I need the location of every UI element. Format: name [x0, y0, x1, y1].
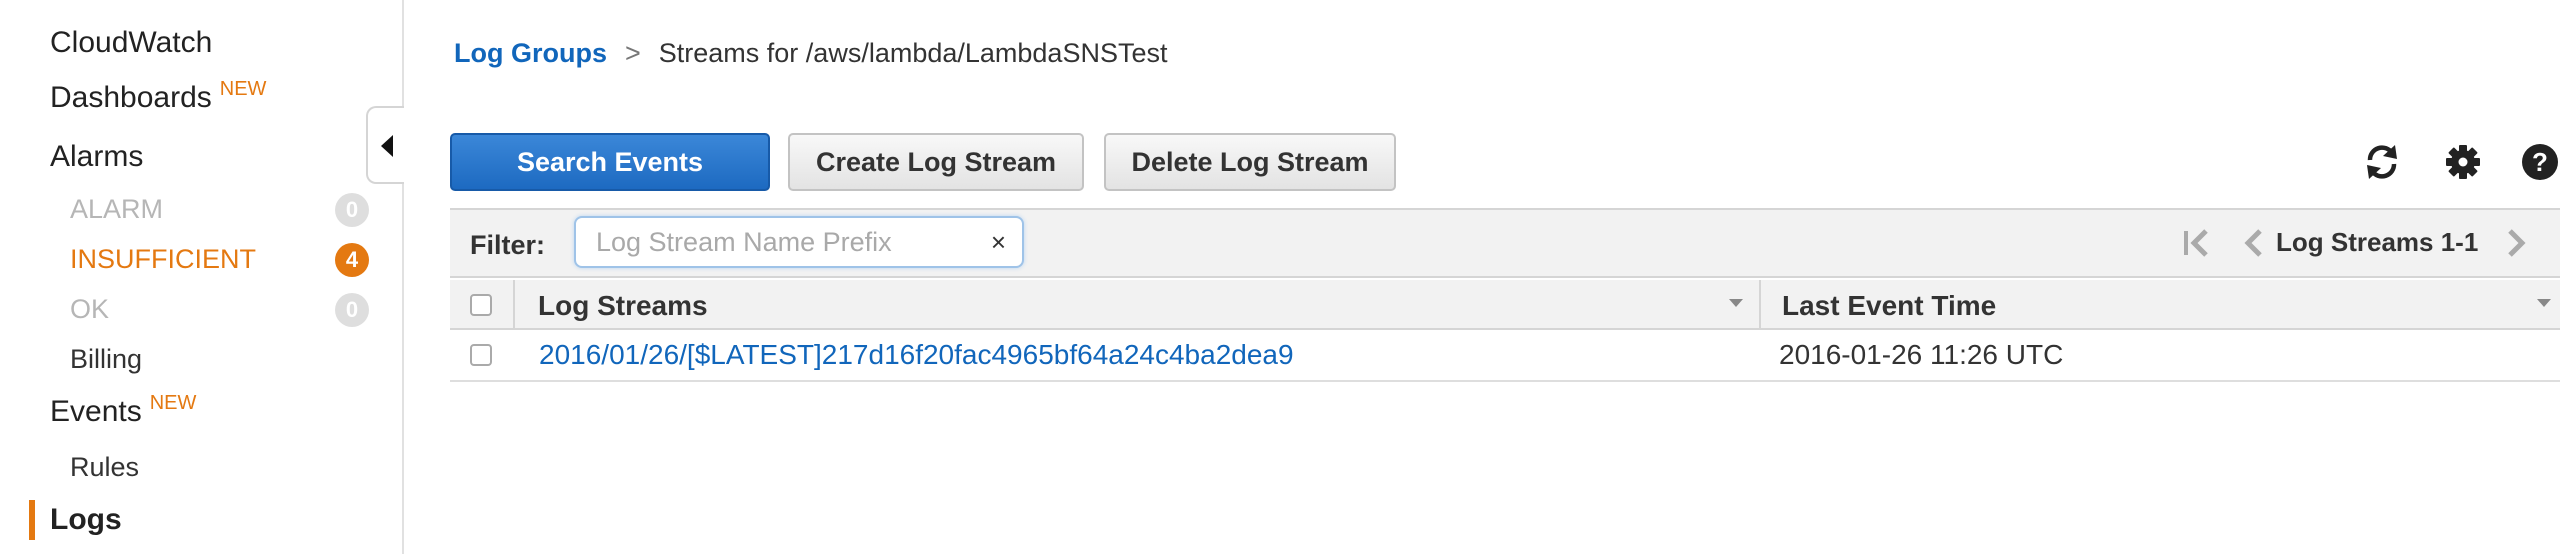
help-icon[interactable]: ?: [2520, 142, 2560, 182]
sidebar-item-dashboards[interactable]: Dashboards NEW: [50, 78, 267, 115]
table-row: 2016/01/26/[$LATEST]217d16f20fac4965bf64…: [450, 330, 2560, 382]
sidebar-item-label: Alarms: [50, 140, 144, 173]
pagination-label: Log Streams 1-1: [2276, 227, 2479, 257]
gear-icon[interactable]: [2443, 142, 2483, 182]
sidebar-item-label: Billing: [70, 344, 143, 374]
sidebar-item-label: Dashboards: [50, 81, 212, 114]
column-divider: [1759, 280, 1761, 328]
sidebar-item-alarm[interactable]: ALARM: [70, 194, 163, 225]
sidebar-item-rules[interactable]: Rules: [70, 452, 139, 483]
prev-page-icon[interactable]: [2242, 227, 2266, 259]
sidebar-item-events[interactable]: Events NEW: [50, 392, 197, 429]
sidebar-item-label: CloudWatch: [50, 26, 213, 59]
filter-label: Filter:: [470, 230, 546, 260]
sidebar-item-logs[interactable]: Logs: [50, 503, 122, 537]
sidebar-item-label: Logs: [50, 503, 122, 536]
create-log-stream-button[interactable]: Create Log Stream: [788, 133, 1084, 191]
sidebar: CloudWatch Dashboards NEW Alarms ALARM 0 …: [0, 0, 404, 554]
sort-dropdown-icon[interactable]: [2537, 299, 2551, 307]
column-divider: [513, 280, 515, 328]
sidebar-item-alarms[interactable]: Alarms: [50, 140, 143, 174]
collapse-sidebar-button[interactable]: [366, 106, 404, 184]
page-title: Streams for /aws/lambda/LambdaSNSTest: [658, 38, 1168, 68]
svg-text:?: ?: [2532, 147, 2548, 177]
row-checkbox[interactable]: [470, 344, 492, 366]
sort-dropdown-icon[interactable]: [1729, 299, 1743, 307]
sidebar-item-label: Events: [50, 395, 142, 428]
sidebar-item-label: INSUFFICIENT: [70, 244, 256, 274]
refresh-icon[interactable]: [2362, 142, 2402, 182]
breadcrumb: Log Groups > Streams for /aws/lambda/Lambd…: [454, 38, 1167, 69]
first-page-icon[interactable]: [2180, 227, 2214, 259]
select-all-checkbox[interactable]: [470, 294, 492, 316]
breadcrumb-separator: >: [624, 38, 641, 68]
next-page-icon[interactable]: [2504, 227, 2528, 259]
collapse-left-icon: [381, 135, 393, 157]
clear-filter-icon[interactable]: ×: [991, 228, 1006, 256]
column-header-log-streams[interactable]: Log Streams: [538, 290, 708, 322]
ok-count-badge: 0: [335, 293, 369, 327]
alarm-count-badge: 0: [335, 193, 369, 227]
active-item-marker: [29, 500, 35, 540]
filter-field: ×: [574, 216, 1024, 268]
delete-log-stream-button[interactable]: Delete Log Stream: [1104, 133, 1396, 191]
new-badge: NEW: [219, 78, 267, 100]
table-header: Log Streams Last Event Time: [450, 280, 2560, 330]
log-stream-link[interactable]: 2016/01/26/[$LATEST]217d16f20fac4965bf64…: [539, 339, 1294, 371]
log-stream-prefix-input[interactable]: [596, 226, 976, 258]
sidebar-item-billing[interactable]: Billing: [70, 344, 142, 375]
sidebar-item-ok[interactable]: OK: [70, 294, 109, 325]
sidebar-item-insufficient[interactable]: INSUFFICIENT: [70, 244, 256, 275]
column-header-last-event-time[interactable]: Last Event Time: [1782, 290, 1996, 322]
sidebar-item-label: OK: [70, 294, 110, 324]
filter-bar: Filter: × Log Streams 1-1: [450, 208, 2560, 278]
sidebar-item-label: Rules: [70, 452, 140, 482]
search-events-button[interactable]: Search Events: [450, 133, 770, 191]
insufficient-count-badge: 4: [335, 243, 369, 277]
new-badge: NEW: [149, 392, 197, 414]
last-event-time: 2016-01-26 11:26 UTC: [1779, 339, 2064, 370]
sidebar-item-cloudwatch[interactable]: CloudWatch: [50, 26, 212, 60]
sidebar-item-label: ALARM: [70, 194, 164, 224]
breadcrumb-log-groups-link[interactable]: Log Groups: [454, 38, 607, 68]
